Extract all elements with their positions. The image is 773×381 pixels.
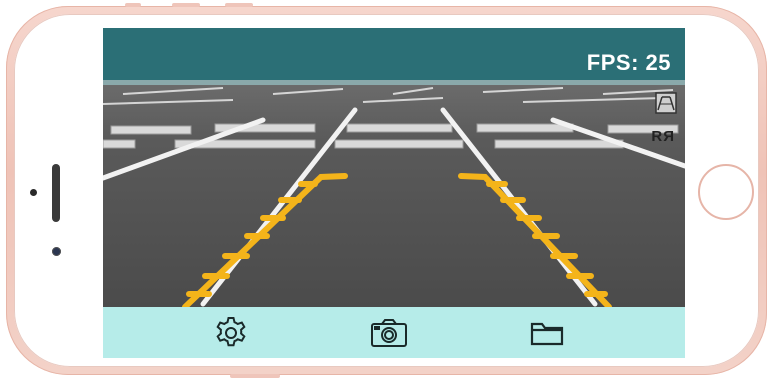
camera-preview: RЯ xyxy=(103,80,685,307)
speaker-grille xyxy=(52,164,60,222)
capture-button[interactable] xyxy=(369,315,409,351)
app-screen: FPS: 25 RЯ xyxy=(103,28,685,358)
power-button xyxy=(230,374,280,378)
proximity-sensor xyxy=(30,189,37,196)
mute-switch xyxy=(125,3,141,7)
gallery-button[interactable] xyxy=(527,315,567,351)
parking-lot-feed xyxy=(103,80,685,307)
home-button[interactable] xyxy=(698,164,754,220)
gear-icon xyxy=(216,317,246,347)
settings-button[interactable] xyxy=(211,315,251,351)
toolbar xyxy=(103,307,685,358)
camera-icon xyxy=(371,319,407,347)
volume-button xyxy=(225,3,253,7)
header-bar: FPS: 25 xyxy=(103,28,685,80)
guideline-overlay-icon[interactable] xyxy=(655,92,677,114)
volume-button xyxy=(172,3,200,7)
folder-icon xyxy=(530,322,564,346)
fps-counter: FPS: 25 xyxy=(586,50,671,75)
mirror-icon[interactable]: RЯ xyxy=(651,128,675,145)
front-camera xyxy=(52,247,61,256)
